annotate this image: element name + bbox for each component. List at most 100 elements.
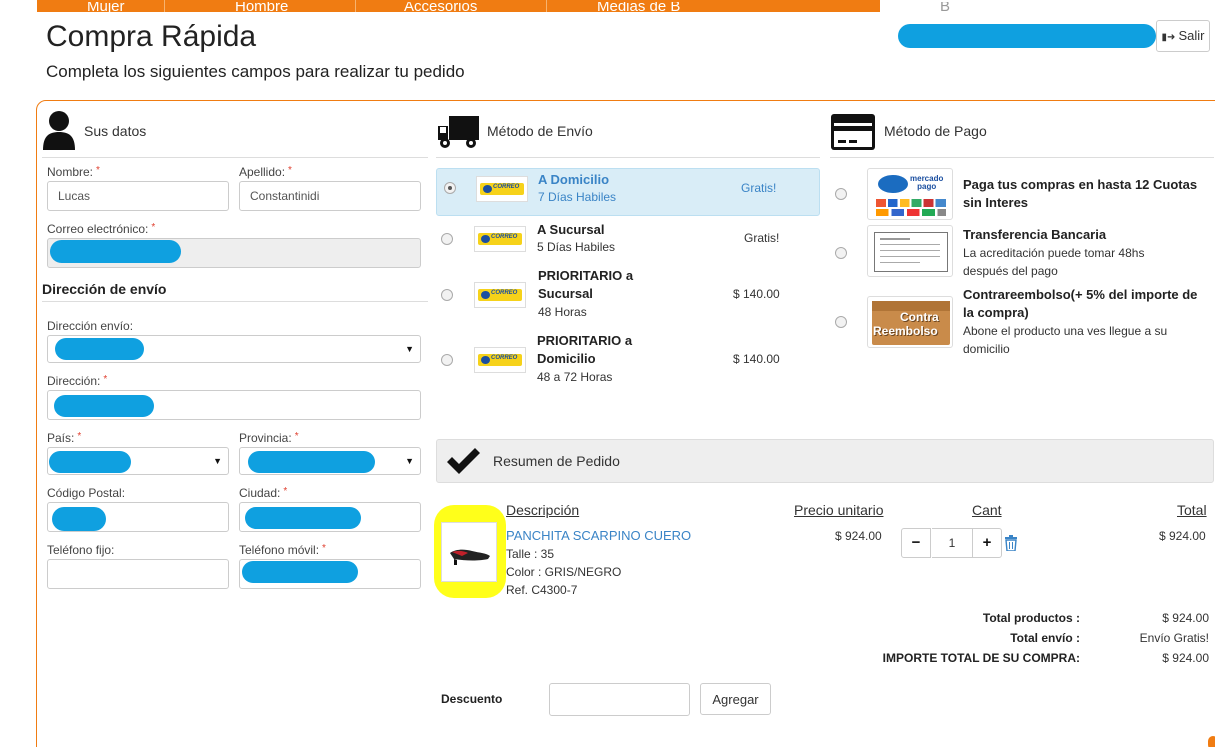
chevron-down-icon: ▼ [213,456,222,466]
correo-logo: CORREO [474,226,526,252]
cp-redacted [52,507,106,531]
direccion-redacted [54,395,154,417]
shipping-detail: 7 Días Habiles [538,190,617,204]
nav-tab-medias[interactable]: Medias de B [597,2,680,12]
provincia-redacted [248,451,375,473]
col-total: Total [1177,502,1207,518]
col-precio-unitario: Precio unitario [794,502,884,518]
direccion-heading: Dirección de envío [42,281,167,297]
product-image[interactable] [441,522,497,582]
logout-button[interactable]: ▮➜ Salir [1156,20,1210,52]
payment-title: Transferencia Bancaria [963,227,1107,242]
qty-increase-button[interactable]: + [972,528,1002,558]
shipping-price: $ 140.00 [733,287,780,301]
shipping-radio-prioritario-sucursal[interactable] [441,289,453,301]
shipping-price: Gratis! [741,181,777,195]
payment-desc: La acreditación puede tomar 48hs [963,246,1145,260]
tel-movil-redacted [242,561,358,583]
trash-icon[interactable] [1004,535,1018,552]
payment-title: Paga tus compras en hasta 12 Cuotas [963,177,1198,192]
nombre-field[interactable]: Lucas [47,181,229,211]
mercadopago-logo: mercado pago [867,168,953,220]
product-unit-price: $ 924.00 [835,529,882,543]
divider [830,157,1214,158]
divider [42,301,428,302]
direccion-label: Dirección: * [47,374,108,388]
checkmark-icon [445,446,481,476]
metodo-pago-heading: Método de Pago [884,123,987,139]
correo-logo: CORREO [474,282,526,308]
payment-radio-mercadopago[interactable] [835,188,847,200]
shipping-name: Sucursal [538,286,593,301]
truck-icon [437,114,479,150]
col-cant: Cant [972,502,1002,518]
payment-title: la compra) [963,305,1029,320]
col-descripcion: Descripción [506,502,580,518]
total-envio-value: Envío Gratis! [1139,631,1209,645]
tel-fijo-label: Teléfono fijo: [47,543,115,557]
importe-total-value: $ 924.00 [1162,651,1209,665]
chevron-down-icon: ▼ [405,456,414,466]
shipping-detail: 48 a 72 Horas [537,370,613,384]
resumen-header: Resumen de Pedido [436,439,1214,483]
user-name-redacted [898,24,1156,48]
agregar-button[interactable]: Agregar [700,683,771,715]
provincia-label: Provincia: * [239,431,299,445]
product-color: Color : GRIS/NEGRO [506,565,622,579]
direccion-envio-redacted [55,338,144,360]
apellido-label: Apellido: * [239,165,292,179]
sus-datos-heading: Sus datos [84,123,147,139]
nav-tab-active[interactable]: B [880,0,1215,12]
contrareembolso-box-icon: Contra Reembolso [867,296,953,348]
payment-title: Contrareembolso(+ 5% del importe de [963,287,1198,302]
payment-radio-contrareembolso[interactable] [835,316,847,328]
total-envio-label: Total envío : [1010,631,1080,645]
nav-tab-hombre[interactable]: Hombre [235,2,288,12]
product-ref: Ref. C4300-7 [506,583,578,597]
payment-desc: domicilio [963,342,1010,356]
descuento-label: Descuento [441,692,503,706]
apellido-field[interactable]: Constantinidi [239,181,421,211]
scroll-indicator [1208,736,1215,747]
email-redacted [50,240,181,263]
tel-fijo-field[interactable] [47,559,229,589]
importe-total-label: IMPORTE TOTAL DE SU COMPRA: [882,651,1080,665]
shipping-radio-prioritario-domicilio[interactable] [441,354,453,366]
descuento-input[interactable] [549,683,690,716]
shipping-detail: 48 Horas [538,305,587,319]
payment-desc: después del pago [963,264,1058,278]
nav-separator [355,0,356,12]
product-name-link[interactable]: PANCHITA SCARPINO CUERO [506,528,691,543]
qty-decrease-button[interactable]: − [901,528,931,558]
nav-tab-mujer[interactable]: Mujer [87,2,125,12]
payment-desc: Abone el producto una ves llegue a su [963,324,1168,338]
person-icon [41,110,77,150]
total-productos-label: Total productos : [982,611,1080,625]
tel-movil-label: Teléfono móvil: * [239,543,326,557]
shipping-price: Gratis! [744,231,780,245]
direccion-envio-label: Dirección envío: [47,319,134,333]
shipping-radio-domicilio[interactable] [444,182,456,194]
correo-logo: CORREO [474,347,526,373]
pais-redacted [49,451,131,473]
shipping-name: A Domicilio [538,172,610,187]
shipping-radio-sucursal[interactable] [441,233,453,245]
email-label: Correo electrónico: * [47,222,156,236]
divider [42,157,428,158]
chevron-down-icon: ▼ [405,344,414,354]
nav-separator [546,0,547,12]
shipping-detail: 5 Días Habiles [537,240,616,254]
nombre-label: Nombre: * [47,165,100,179]
logout-icon: ▮➜ [1161,32,1176,43]
payment-radio-transferencia[interactable] [835,247,847,259]
metodo-envio-heading: Método de Envío [487,123,593,139]
shipping-name: A Sucursal [537,222,605,237]
nav-tab-accesorios[interactable]: Accesorios [404,2,477,12]
ciudad-label: Ciudad: * [239,486,288,500]
qty-input[interactable]: 1 [932,528,972,558]
shipping-price: $ 140.00 [733,352,780,366]
correo-logo: CORREO [476,176,528,202]
product-talle: Talle : 35 [506,547,555,561]
page-title: Compra Rápida [46,20,257,53]
shipping-name: PRIORITARIO a [538,268,634,283]
